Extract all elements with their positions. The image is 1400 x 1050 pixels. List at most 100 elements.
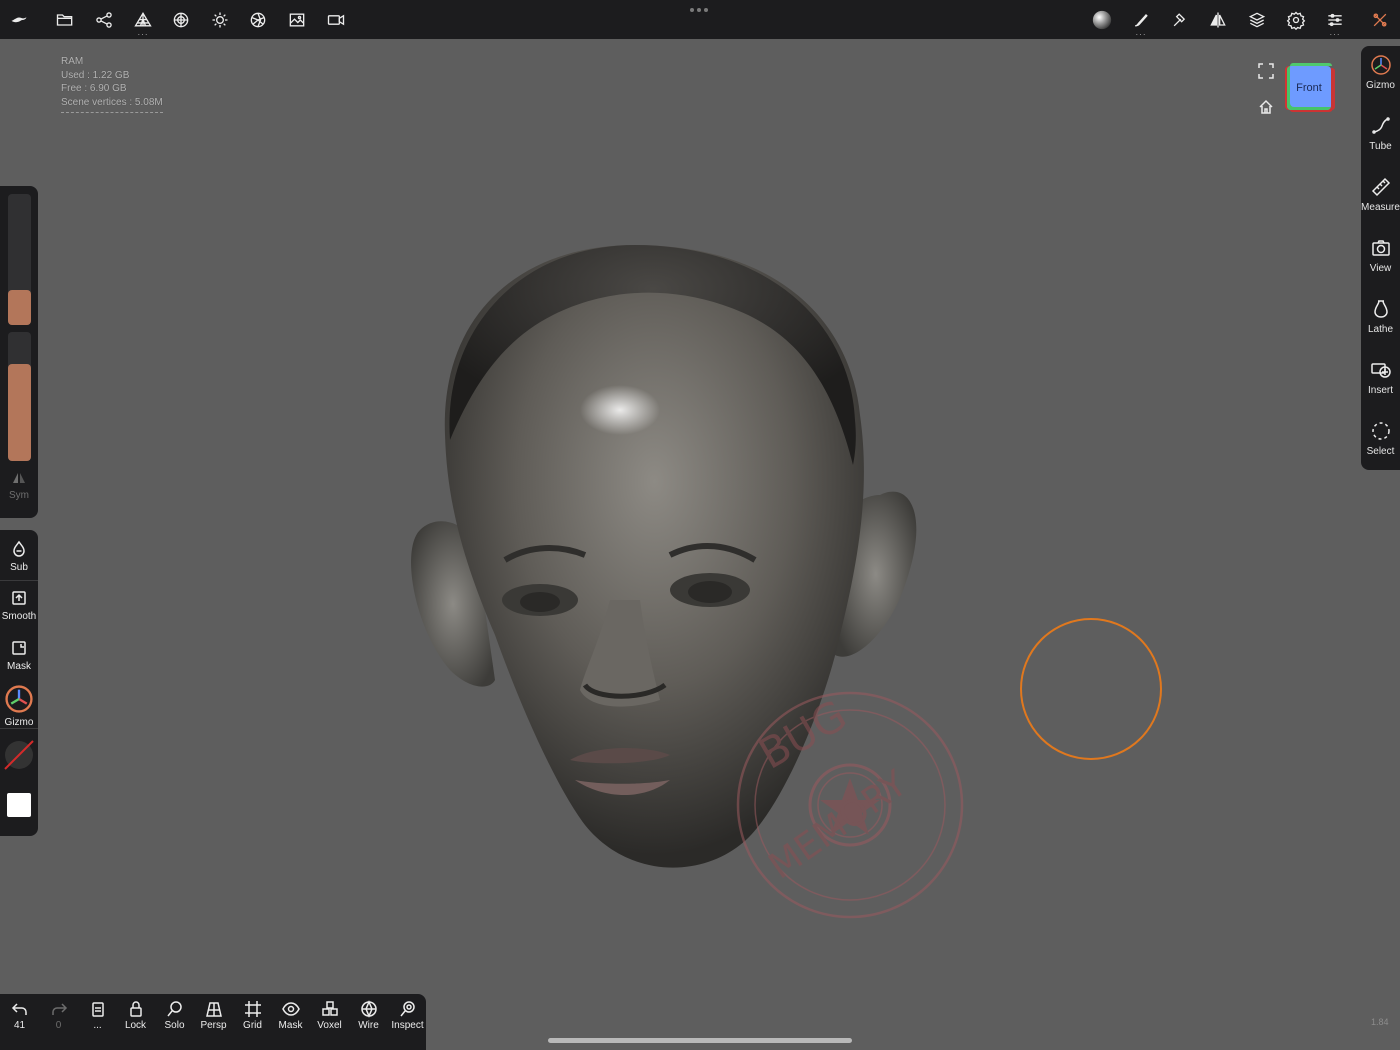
no-material-swatch-icon: [4, 740, 34, 770]
sym-toggle[interactable]: Sym: [0, 470, 38, 501]
cube-face-label: Front: [1296, 82, 1322, 94]
document-icon: [91, 1002, 104, 1017]
redo-icon: [51, 1003, 67, 1015]
brush-settings-panel: Sym: [0, 186, 38, 518]
tool-gizmo-left[interactable]: Gizmo: [0, 685, 38, 728]
bottom-toolbar: 41 0 ... Lock Solo Persp Grid Mask Voxel…: [0, 994, 426, 1050]
undo-button[interactable]: 41: [0, 1000, 39, 1031]
smooth-icon: [12, 591, 26, 605]
lock-button[interactable]: Lock: [116, 1000, 155, 1031]
intensity-slider[interactable]: [8, 332, 31, 461]
nomad-logo-icon[interactable]: [7, 8, 31, 32]
folder-icon[interactable]: [53, 8, 77, 32]
home-indicator[interactable]: [548, 1038, 852, 1043]
sliders-icon[interactable]: ···: [1323, 8, 1347, 39]
layers-icon[interactable]: [1245, 8, 1269, 32]
mask-icon: [12, 641, 26, 655]
wire-button[interactable]: Wire: [349, 1000, 388, 1031]
grid-label: Grid: [243, 1020, 262, 1031]
tool-lathe-label: Lathe: [1367, 324, 1394, 335]
symmetry-icon[interactable]: [1206, 8, 1230, 32]
tool-select[interactable]: Select: [1361, 414, 1400, 470]
divider: [0, 580, 38, 581]
brush-stroke-icon[interactable]: ···: [1129, 8, 1153, 39]
lock-icon: [129, 1001, 142, 1017]
redo-button[interactable]: 0: [39, 1000, 78, 1031]
inspect-button[interactable]: Inspect: [388, 1000, 427, 1031]
orientation-cube[interactable]: Front: [1287, 63, 1335, 110]
matcap-ball-icon[interactable]: [1090, 8, 1114, 32]
tool-sub-label: Sub: [10, 562, 28, 573]
scene-tree-icon[interactable]: [92, 8, 116, 32]
tool-gizmo-label-left: Gizmo: [4, 717, 34, 728]
material-swatch[interactable]: [0, 738, 38, 776]
drag-grip[interactable]: [690, 8, 710, 14]
persp-label: Persp: [200, 1020, 227, 1031]
lathe-vase-icon: [1373, 300, 1388, 318]
tool-gizmo-right[interactable]: Gizmo: [1361, 48, 1400, 104]
tool-select-label: Select: [1366, 446, 1395, 457]
undo-icon: [11, 1003, 27, 1015]
radius-slider[interactable]: [8, 194, 31, 325]
memory-stats: RAM Used : 1.22 GB Free : 6.90 GB Scene …: [61, 55, 163, 113]
background-image-icon[interactable]: [285, 8, 309, 32]
tool-tube-label: Tube: [1369, 141, 1392, 152]
brush-cursor-circle: [1020, 618, 1162, 760]
material-sphere-icon[interactable]: [169, 8, 193, 32]
persp-button[interactable]: Persp: [194, 1000, 233, 1031]
eye-icon: [281, 1002, 300, 1016]
topology-icon[interactable]: ···: [131, 8, 155, 39]
undo-count: 41: [13, 1020, 26, 1031]
tool-smooth[interactable]: Smooth: [0, 589, 38, 622]
tools-x-icon[interactable]: [1368, 8, 1392, 32]
gizmo-icon: [1370, 55, 1391, 75]
voxel-label: Voxel: [317, 1020, 342, 1031]
view-camera-icon: [1371, 240, 1390, 256]
sym-label: Sym: [9, 490, 29, 501]
tool-insert[interactable]: Insert: [1361, 353, 1400, 409]
version-label: 1.84: [1371, 1017, 1389, 1027]
shading-icon[interactable]: [246, 8, 270, 32]
tool-mask-label: Mask: [7, 661, 31, 672]
settings-gear-icon[interactable]: [1284, 8, 1308, 32]
camera-icon[interactable]: [324, 8, 348, 32]
menu-dots: ...: [93, 1020, 102, 1031]
insert-icon: [1370, 363, 1391, 378]
tool-hammer-icon[interactable]: [1168, 8, 1192, 32]
mask-visibility-button[interactable]: Mask: [271, 1000, 310, 1031]
gizmo-icon: [5, 685, 33, 713]
radius-slider-fill: [8, 289, 31, 325]
right-toolbar: Gizmo Tube Measure View Lathe Insert Sel…: [1361, 46, 1400, 470]
stats-free: Free : 6.90 GB: [61, 83, 127, 95]
grid-button[interactable]: Grid: [233, 1000, 272, 1031]
tool-tube[interactable]: Tube: [1361, 109, 1400, 165]
voxel-cubes-icon: [321, 1001, 338, 1016]
mask-visibility-label: Mask: [278, 1020, 303, 1031]
voxel-button[interactable]: Voxel: [310, 1000, 349, 1031]
search-icon: [166, 1001, 182, 1017]
light-sun-icon[interactable]: [208, 8, 232, 32]
stats-used: Used : 1.22 GB: [61, 69, 130, 81]
solo-button[interactable]: Solo: [155, 1000, 194, 1031]
tool-sub[interactable]: Sub: [0, 540, 38, 573]
viewport-scene[interactable]: BUG MEMORY: [380, 230, 980, 930]
white-color-swatch-icon: [7, 793, 31, 817]
wireframe-sphere-icon: [360, 1000, 377, 1018]
tool-view[interactable]: View: [1361, 231, 1400, 287]
stats-scene-vertices: Scene vertices : 5.08M: [61, 97, 163, 109]
wire-label: Wire: [358, 1020, 379, 1031]
left-tool-panel: Sub Smooth Mask Gizmo: [0, 530, 38, 836]
fullscreen-icon[interactable]: [1257, 62, 1275, 80]
tool-measure[interactable]: Measure: [1361, 170, 1400, 226]
home-view-icon[interactable]: [1257, 98, 1275, 116]
inspect-label: Inspect: [391, 1020, 424, 1031]
history-menu-button[interactable]: ...: [78, 1000, 117, 1031]
solo-label: Solo: [164, 1020, 185, 1031]
tool-lathe[interactable]: Lathe: [1361, 292, 1400, 348]
tool-smooth-label: Smooth: [1, 611, 37, 622]
tool-view-label: View: [1369, 263, 1392, 274]
tool-mask[interactable]: Mask: [0, 639, 38, 672]
color-swatch[interactable]: [0, 790, 38, 824]
top-toolbar: ··· ··· ···: [0, 0, 1400, 39]
ruler-icon: [1371, 177, 1390, 197]
